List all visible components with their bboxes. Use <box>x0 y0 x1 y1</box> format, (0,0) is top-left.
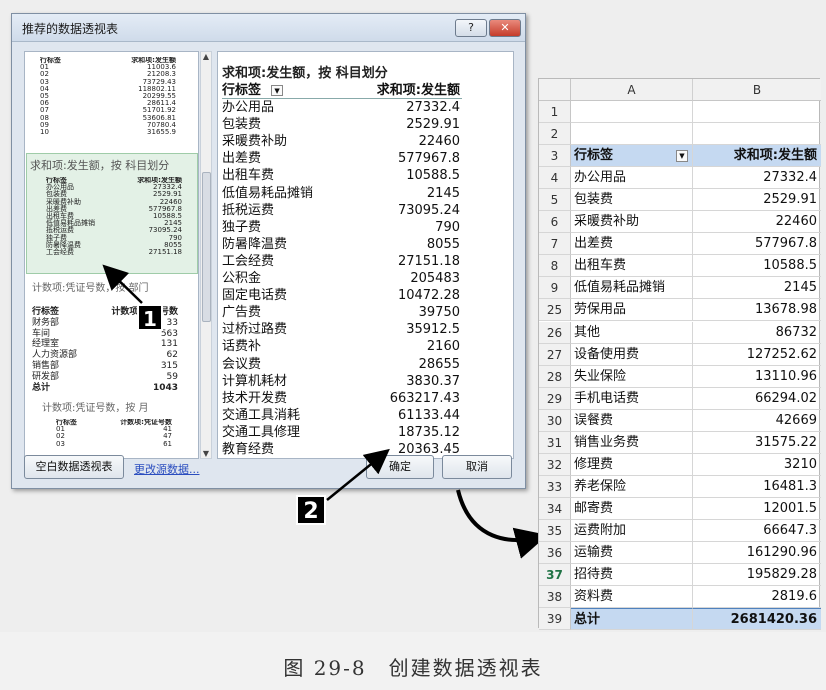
cell-a[interactable]: 办公用品 <box>571 167 693 190</box>
row-header[interactable]: 8 <box>539 255 571 278</box>
row-header[interactable]: 3 <box>539 145 571 168</box>
cell-b[interactable]: 2529.91 <box>693 189 821 212</box>
row-header[interactable]: 26 <box>539 321 571 344</box>
cell-a[interactable]: 误餐费 <box>571 409 693 432</box>
cell-b[interactable]: 16481.3 <box>693 476 821 498</box>
cell-a[interactable]: 销售业务费 <box>571 431 693 454</box>
cell-b[interactable]: 10588.5 <box>693 255 821 278</box>
cell-a[interactable]: 行标签 ▼ <box>571 145 693 168</box>
cell-b[interactable]: 66647.3 <box>693 520 821 542</box>
row-header[interactable]: 2 <box>539 123 571 146</box>
row-header[interactable]: 37 <box>539 564 571 587</box>
cell-a[interactable]: 运费附加 <box>571 519 693 542</box>
column-header-a[interactable]: A <box>571 79 693 101</box>
row-header[interactable]: 34 <box>539 497 571 520</box>
filter-dropdown-icon[interactable]: ▼ <box>676 150 688 163</box>
cell-b[interactable] <box>693 101 821 123</box>
cell-a[interactable]: 包装费 <box>571 189 693 212</box>
row-header[interactable]: 1 <box>539 101 571 123</box>
cell-b[interactable]: 31575.22 <box>693 432 821 454</box>
cell-a[interactable]: 招待费 <box>571 564 693 587</box>
cell-a[interactable]: 低值易耗品摊销 <box>571 277 693 300</box>
cell-b[interactable]: 2145 <box>693 277 821 300</box>
cell-a[interactable] <box>571 101 693 123</box>
cell-b[interactable]: 13678.98 <box>693 299 821 322</box>
row-header[interactable]: 29 <box>539 387 571 410</box>
cell-a[interactable]: 运输费 <box>571 542 693 564</box>
column-header-b[interactable]: B <box>693 79 821 101</box>
cell-b[interactable]: 86732 <box>693 322 821 344</box>
row-header[interactable]: 27 <box>539 343 571 366</box>
cell-b[interactable]: 577967.8 <box>693 233 821 256</box>
row-header[interactable]: 35 <box>539 519 571 542</box>
cell-a[interactable]: 修理费 <box>571 453 693 476</box>
row-header[interactable]: 33 <box>539 475 571 498</box>
cell-b[interactable]: 2819.6 <box>693 586 821 609</box>
cell-a[interactable]: 资料费 <box>571 586 693 609</box>
cell-b[interactable]: 27332.4 <box>693 167 821 190</box>
select-all-corner[interactable] <box>539 79 571 101</box>
row-header[interactable]: 6 <box>539 211 571 234</box>
row-header[interactable]: 36 <box>539 542 571 564</box>
cell-a[interactable]: 采暖费补助 <box>571 211 693 234</box>
cell-b[interactable]: 2681420.36 <box>693 608 821 631</box>
row-header[interactable]: 7 <box>539 233 571 256</box>
cell-b[interactable]: 3210 <box>693 454 821 476</box>
arrow-1 <box>102 264 143 304</box>
cell-b[interactable]: 42669 <box>693 410 821 432</box>
figure-caption: 图 29-8 创建数据透视表 <box>283 656 543 680</box>
row-header[interactable]: 38 <box>539 586 571 609</box>
cell-a[interactable]: 养老保险 <box>571 475 693 498</box>
excel-sheet: A B 1 2 3 行标签 ▼ 求和项:发生额 4 办公用品 27332.4 5 包装费 2529.9… <box>538 78 821 631</box>
cell-a[interactable]: 设备使用费 <box>571 343 693 366</box>
cell-b[interactable]: 22460 <box>693 211 821 234</box>
cell-b[interactable]: 13110.96 <box>693 366 821 388</box>
cell-a[interactable]: 出租车费 <box>571 255 693 278</box>
row-header[interactable]: 31 <box>539 431 571 454</box>
cell-b[interactable]: 161290.96 <box>693 542 821 564</box>
row-header[interactable]: 4 <box>539 167 571 190</box>
cell-b[interactable]: 127252.62 <box>693 344 821 366</box>
cell-a[interactable]: 失业保险 <box>571 365 693 388</box>
row-header[interactable]: 30 <box>539 409 571 432</box>
cell-b[interactable]: 求和项:发生额 <box>693 145 821 168</box>
arrow-3 <box>456 489 548 559</box>
cell-a[interactable] <box>571 123 693 146</box>
cell-a[interactable]: 出差费 <box>571 233 693 256</box>
cell-a[interactable]: 劳保用品 <box>571 299 693 322</box>
row-header[interactable]: 5 <box>539 189 571 212</box>
cell-b[interactable]: 12001.5 <box>693 498 821 520</box>
row-header[interactable]: 9 <box>539 277 571 300</box>
row-header[interactable]: 39 <box>539 608 571 631</box>
step-badge-2: 2 <box>296 495 326 525</box>
cell-a[interactable]: 邮寄费 <box>571 497 693 520</box>
cell-b[interactable] <box>693 123 821 146</box>
cell-a[interactable]: 总计 <box>571 608 693 631</box>
cell-a[interactable]: 其他 <box>571 321 693 344</box>
row-header[interactable]: 25 <box>539 299 571 322</box>
cell-a[interactable]: 手机电话费 <box>571 387 693 410</box>
row-header[interactable]: 28 <box>539 365 571 388</box>
cell-b[interactable]: 195829.28 <box>693 564 821 587</box>
step-badge-1: 1 <box>137 304 163 331</box>
cell-b[interactable]: 66294.02 <box>693 388 821 410</box>
row-header[interactable]: 32 <box>539 453 571 476</box>
arrow-2 <box>326 448 390 501</box>
